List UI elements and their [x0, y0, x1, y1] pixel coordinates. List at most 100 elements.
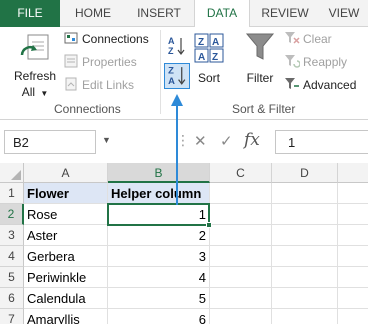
- advanced-filter-button[interactable]: Advanced: [284, 75, 356, 95]
- name-box-value: B2: [13, 135, 29, 150]
- tab-insert[interactable]: INSERT: [126, 0, 192, 27]
- cell-b1[interactable]: Helper column: [108, 183, 210, 204]
- properties-label: Properties: [82, 55, 137, 69]
- clear-filter-icon: [285, 32, 300, 44]
- cell-a5[interactable]: Periwinkle: [24, 267, 108, 288]
- filter-funnel-icon: [245, 33, 275, 60]
- tab-view[interactable]: VIEW: [320, 0, 368, 27]
- connections-button[interactable]: Connections: [64, 29, 149, 49]
- cell-a6[interactable]: Calendula: [24, 288, 108, 309]
- worksheet-grid: A B C D 1 2 3 4 5 6 7 Flower Helper colu…: [0, 163, 368, 324]
- column-header-e[interactable]: [338, 163, 368, 183]
- clear-filter-button[interactable]: Clear: [284, 29, 332, 49]
- formula-value: 1: [288, 135, 296, 150]
- cell-e1[interactable]: [338, 183, 368, 204]
- sort-dialog-icon: Z A A Z: [194, 33, 224, 63]
- connections-group-label: Connections: [54, 102, 121, 116]
- reapply-filter-button[interactable]: Reapply: [284, 52, 347, 72]
- tab-file[interactable]: FILE: [0, 0, 60, 27]
- sort-a-to-z-button[interactable]: A Z: [166, 35, 188, 57]
- cell-c6[interactable]: [210, 288, 272, 309]
- reapply-label: Reapply: [303, 55, 348, 69]
- cell-d2[interactable]: [272, 204, 338, 225]
- cell-b5[interactable]: 4: [108, 267, 210, 288]
- column-header-c[interactable]: C: [210, 163, 272, 183]
- sort-z-to-a-button[interactable]: Z A: [164, 63, 190, 89]
- cell-a2[interactable]: Rose: [24, 204, 108, 225]
- cell-d3[interactable]: [272, 225, 338, 246]
- refresh-sub-label: All ▼: [10, 85, 60, 99]
- refresh-sub-text: All: [21, 85, 36, 99]
- ribbon: Refresh All ▼ Connections Properties Edi…: [0, 27, 368, 120]
- ribbon-tab-bar: FILE HOME INSERT DATA REVIEW VIEW: [0, 0, 368, 28]
- column-header-b[interactable]: B: [108, 163, 210, 183]
- connections-icon: [64, 32, 78, 44]
- tab-review[interactable]: REVIEW: [254, 0, 316, 27]
- name-box-dropdown-icon[interactable]: ▼: [102, 135, 111, 145]
- name-box[interactable]: B2: [4, 130, 96, 154]
- cell-a4[interactable]: Gerbera: [24, 246, 108, 267]
- row-header-1[interactable]: 1: [0, 183, 24, 204]
- cell-c5[interactable]: [210, 267, 272, 288]
- cell-d4[interactable]: [272, 246, 338, 267]
- advanced-label: Advanced: [303, 78, 357, 92]
- row-header-7[interactable]: 7: [0, 309, 24, 324]
- formula-bar-dots-icon: ⋮: [176, 132, 190, 148]
- cell-e5[interactable]: [338, 267, 368, 288]
- svg-text:A: A: [168, 75, 175, 86]
- cell-c1[interactable]: [210, 183, 272, 204]
- cell-e4[interactable]: [338, 246, 368, 267]
- group-separator: [160, 30, 161, 114]
- enter-icon[interactable]: ✓: [220, 132, 233, 150]
- cell-e3[interactable]: [338, 225, 368, 246]
- cell-b3[interactable]: 2: [108, 225, 210, 246]
- cell-c3[interactable]: [210, 225, 272, 246]
- row-header-2[interactable]: 2: [0, 204, 24, 225]
- cell-c7[interactable]: [210, 309, 272, 324]
- refresh-all-icon: [20, 34, 49, 60]
- cell-d1[interactable]: [272, 183, 338, 204]
- properties-icon: [64, 54, 78, 68]
- clear-label: Clear: [303, 32, 332, 46]
- formula-bar: B2 ▼ ⋮ ✕ ✓ fx 1: [0, 128, 368, 156]
- cell-b6[interactable]: 5: [108, 288, 210, 309]
- cell-b7[interactable]: 6: [108, 309, 210, 324]
- cell-d6[interactable]: [272, 288, 338, 309]
- sort-filter-group-label: Sort & Filter: [232, 102, 296, 116]
- cell-c4[interactable]: [210, 246, 272, 267]
- formula-input[interactable]: 1: [275, 130, 368, 154]
- tab-data[interactable]: DATA: [194, 0, 250, 28]
- cell-a1[interactable]: Flower: [24, 183, 108, 204]
- select-all-corner[interactable]: [0, 163, 24, 183]
- filter-button[interactable]: Filter: [240, 31, 280, 91]
- svg-text:Z: Z: [198, 37, 204, 48]
- column-header-a[interactable]: A: [24, 163, 108, 183]
- row-header-4[interactable]: 4: [0, 246, 24, 267]
- cell-b2[interactable]: 1: [108, 204, 210, 225]
- advanced-filter-icon: [285, 78, 299, 89]
- column-header-d[interactable]: D: [272, 163, 338, 183]
- cell-e7[interactable]: [338, 309, 368, 324]
- sort-descending-icon: Z A: [168, 64, 186, 86]
- cancel-icon[interactable]: ✕: [194, 132, 207, 150]
- cell-d5[interactable]: [272, 267, 338, 288]
- row-header-6[interactable]: 6: [0, 288, 24, 309]
- refresh-all-button[interactable]: Refresh All ▼: [10, 31, 60, 101]
- insert-function-icon[interactable]: fx: [244, 130, 260, 150]
- cell-e2[interactable]: [338, 204, 368, 225]
- properties-button[interactable]: Properties: [64, 52, 137, 72]
- cell-c2[interactable]: [210, 204, 272, 225]
- cell-a7[interactable]: Amaryllis: [24, 309, 108, 324]
- sort-button[interactable]: Z A A Z Sort: [192, 31, 226, 91]
- svg-text:A: A: [212, 37, 219, 48]
- edit-links-icon: [65, 77, 77, 91]
- row-header-5[interactable]: 5: [0, 267, 24, 288]
- edit-links-button[interactable]: Edit Links: [64, 75, 134, 95]
- cell-e6[interactable]: [338, 288, 368, 309]
- row-header-3[interactable]: 3: [0, 225, 24, 246]
- cell-b4[interactable]: 3: [108, 246, 210, 267]
- cell-d7[interactable]: [272, 309, 338, 324]
- cell-a3[interactable]: Aster: [24, 225, 108, 246]
- sort-ascending-icon: A Z: [168, 36, 185, 56]
- tab-home[interactable]: HOME: [64, 0, 122, 27]
